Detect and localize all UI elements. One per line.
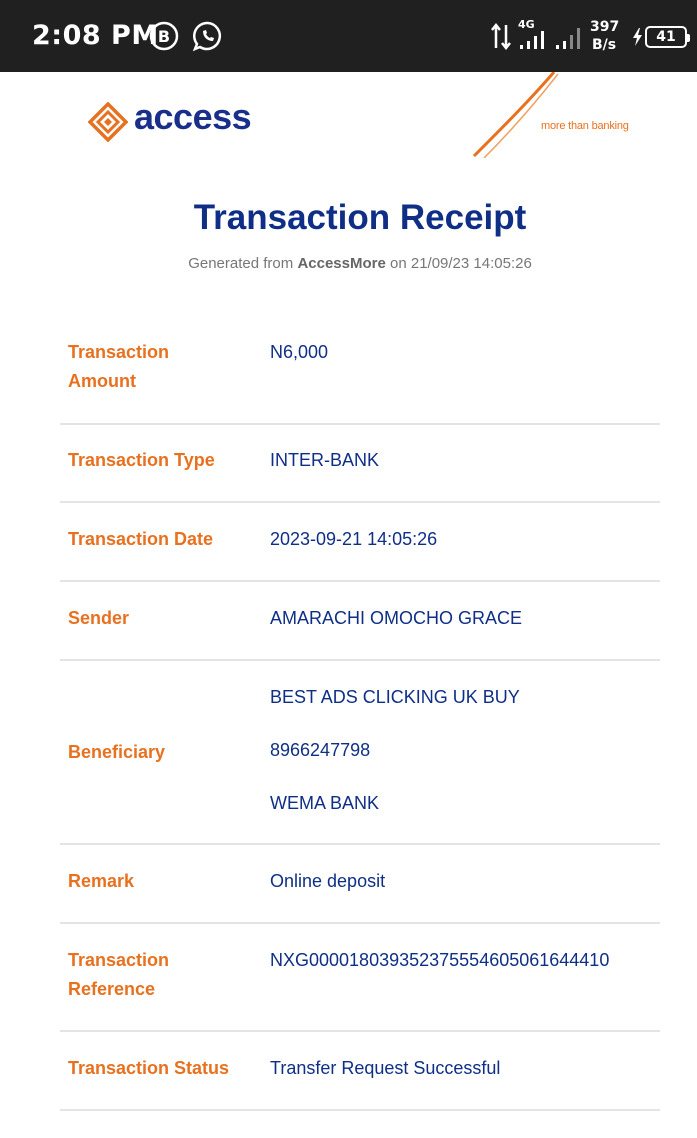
network-speed: 397 B/s <box>590 18 620 54</box>
status-label: Transaction Status <box>68 1058 230 1078</box>
beneficiary-bank: WEMA BANK <box>270 793 380 813</box>
remark-row: Remark Online deposit <box>60 845 660 924</box>
b-badge-icon: B <box>149 21 179 51</box>
type-label: Transaction Type <box>68 450 215 470</box>
date-label: Transaction Date <box>68 529 214 549</box>
amount-value: N6,000 <box>270 342 329 362</box>
whatsapp-icon <box>192 21 222 52</box>
date-value: 2023-09-21 14:05:26 <box>270 529 438 549</box>
net-speed-value: 397 <box>590 19 620 35</box>
svg-text:B: B <box>158 27 170 46</box>
tagline: more than banking <box>541 120 629 132</box>
status-bar: 2:08 PM B 4G 397 B/s 41 <box>0 0 697 72</box>
reference-value: NXG000018039352375554605061644410 <box>270 950 610 970</box>
data-transfer-icon <box>491 22 511 51</box>
reference-label: Transaction Reference <box>68 950 170 999</box>
subtitle-suffix: on 21/09/23 14:05:26 <box>390 255 532 272</box>
type-row: Transaction Type INTER-BANK <box>60 425 660 503</box>
signal-icon <box>556 28 580 49</box>
amount-label: Transaction Amount <box>68 342 170 391</box>
reference-row: Transaction Reference NXG000018039352375… <box>60 924 660 1032</box>
beneficiary-name: BEST ADS CLICKING UK BUY <box>270 687 520 707</box>
signal-4g-icon: 4G <box>518 18 544 54</box>
charging-bolt-icon <box>633 28 642 46</box>
beneficiary-account: 8966247798 <box>270 740 371 760</box>
type-value: INTER-BANK <box>270 450 380 470</box>
page-title: Transaction Receipt <box>193 198 527 237</box>
subtitle-prefix: Generated from <box>188 255 294 272</box>
sender-value: AMARACHI OMOCHO GRACE <box>270 608 523 628</box>
status-value: Transfer Request Successful <box>270 1058 501 1078</box>
sender-row: Sender AMARACHI OMOCHO GRACE <box>60 582 660 661</box>
date-row: Transaction Date 2023-09-21 14:05:26 <box>60 503 660 582</box>
beneficiary-label: Beneficiary <box>68 741 166 762</box>
access-logo-text: access <box>134 96 252 137</box>
transaction-details: Transaction Amount N6,000 Transaction Ty… <box>60 326 660 1111</box>
amount-row: Transaction Amount N6,000 <box>60 326 660 425</box>
access-logo-icon <box>88 102 128 142</box>
status-row: Transaction Status Transfer Request Succ… <box>60 1032 660 1111</box>
beneficiary-row: Beneficiary BEST ADS CLICKING UK BUY 896… <box>60 661 660 845</box>
remark-label: Remark <box>68 871 135 891</box>
status-time: 2:08 PM <box>32 20 159 51</box>
access-banner: access more than banking <box>0 72 697 162</box>
receipt-subtitle: Generated from AccessMore on 21/09/23 14… <box>0 255 697 272</box>
sender-label: Sender <box>68 608 130 628</box>
orange-swoosh-icon <box>472 72 559 158</box>
net-speed-unit: B/s <box>591 37 617 53</box>
subtitle-app: AccessMore <box>297 255 386 272</box>
battery-level: 41 <box>645 26 690 48</box>
beneficiary-value: BEST ADS CLICKING UK BUY 8966247798 WEMA… <box>270 683 660 843</box>
remark-value: Online deposit <box>270 871 386 891</box>
